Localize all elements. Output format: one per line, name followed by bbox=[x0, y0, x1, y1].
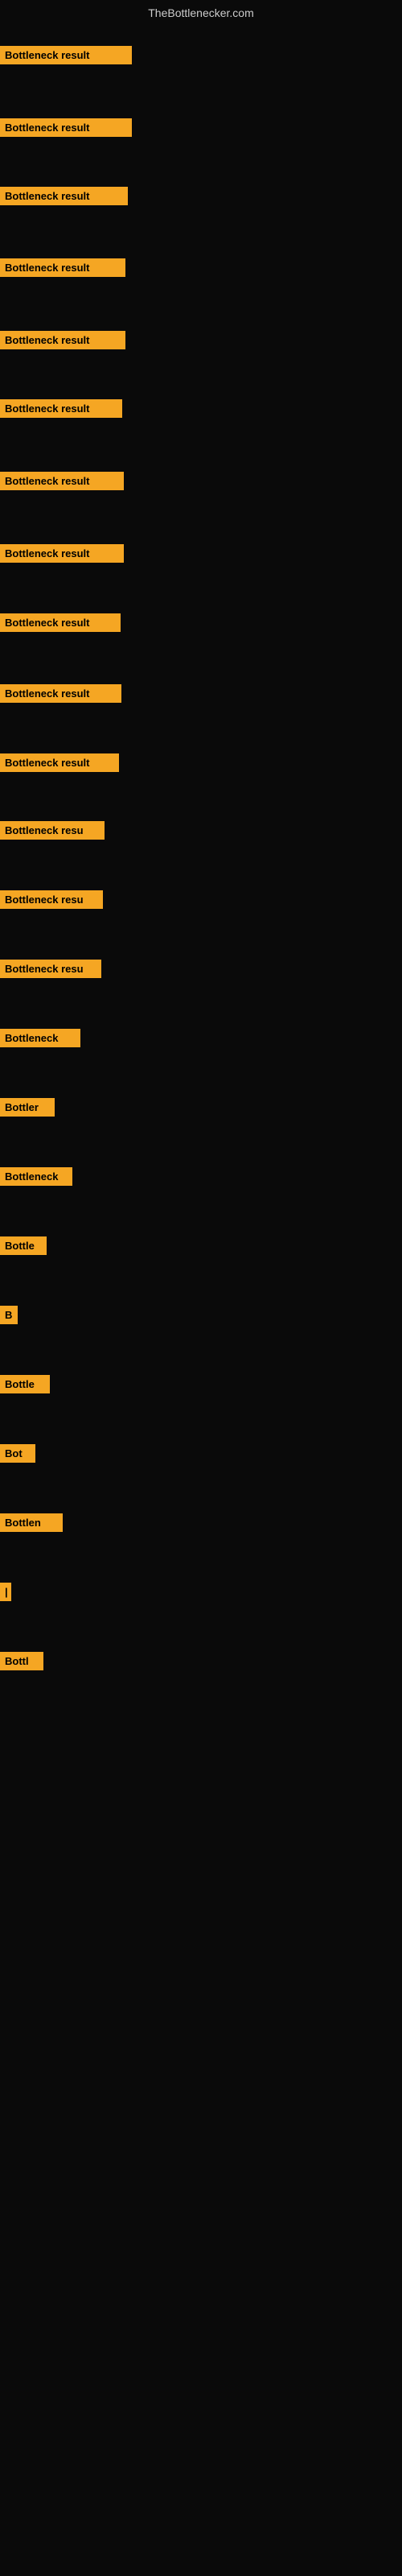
bottleneck-result-item[interactable]: Bottle bbox=[0, 1236, 47, 1255]
bottleneck-result-item[interactable]: Bottleneck bbox=[0, 1167, 72, 1186]
bottleneck-result-item[interactable]: Bottleneck result bbox=[0, 472, 124, 490]
bottleneck-result-item[interactable]: Bottleneck result bbox=[0, 753, 119, 772]
bottleneck-result-item[interactable]: Bottleneck resu bbox=[0, 890, 103, 909]
bottleneck-result-item[interactable]: Bottleneck result bbox=[0, 118, 132, 137]
bottleneck-result-item[interactable]: Bottleneck resu bbox=[0, 960, 101, 978]
bottleneck-result-item[interactable]: Bottleneck result bbox=[0, 399, 122, 418]
bottleneck-result-item[interactable]: Bottleneck result bbox=[0, 258, 125, 277]
bottleneck-result-item[interactable]: Bottleneck result bbox=[0, 46, 132, 64]
bottleneck-result-item[interactable]: Bottl bbox=[0, 1652, 43, 1670]
bottleneck-result-item[interactable]: Bottleneck bbox=[0, 1029, 80, 1047]
site-title: TheBottlenecker.com bbox=[0, 0, 402, 26]
bottleneck-result-item[interactable]: Bottlen bbox=[0, 1513, 63, 1532]
bottleneck-result-item[interactable]: Bottleneck result bbox=[0, 187, 128, 205]
bottleneck-result-item[interactable]: Bottleneck result bbox=[0, 331, 125, 349]
bottleneck-result-item[interactable]: B bbox=[0, 1306, 18, 1324]
bottleneck-result-item[interactable]: Bottleneck resu bbox=[0, 821, 105, 840]
bottleneck-result-item[interactable]: Bottleneck result bbox=[0, 544, 124, 563]
bottleneck-result-item[interactable]: Bottleneck result bbox=[0, 613, 121, 632]
bottleneck-result-item[interactable]: Bottleneck result bbox=[0, 684, 121, 703]
bottleneck-result-item[interactable]: Bottler bbox=[0, 1098, 55, 1117]
bottleneck-result-item[interactable]: Bot bbox=[0, 1444, 35, 1463]
bottleneck-result-item[interactable]: | bbox=[0, 1583, 11, 1601]
bottleneck-result-item[interactable]: Bottle bbox=[0, 1375, 50, 1393]
